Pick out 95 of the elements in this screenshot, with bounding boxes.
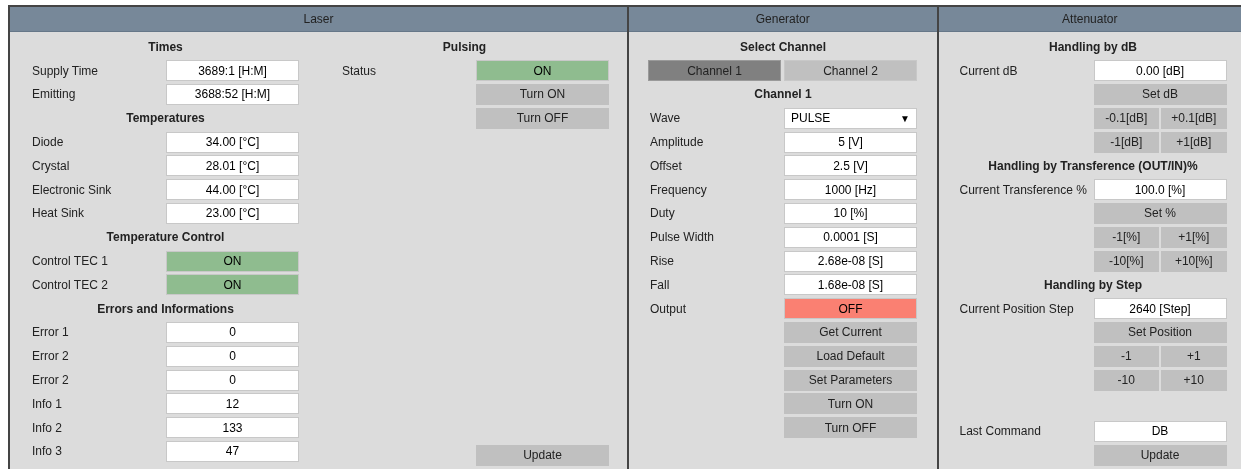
action-button[interactable]: +1[dB] xyxy=(1161,131,1227,153)
section-heading: Temperatures xyxy=(126,110,205,128)
status-indicator: OFF xyxy=(784,298,917,320)
field-label: Pulse Width xyxy=(650,229,716,247)
section-heading: Select Channel xyxy=(740,38,826,56)
action-button[interactable]: Set Position xyxy=(1093,321,1227,343)
value-field[interactable]: 2.68e-08 [S] xyxy=(784,250,917,272)
field-label: Frequency xyxy=(650,181,708,199)
field-label: Info 3 xyxy=(32,443,64,461)
channel-tab[interactable]: Channel 1 xyxy=(648,60,781,82)
section-heading: Channel 1 xyxy=(754,86,812,104)
value-field[interactable]: 10 [%] xyxy=(784,202,917,224)
value-field[interactable]: 0 xyxy=(166,369,299,391)
value-field[interactable]: 0.0001 [S] xyxy=(784,226,917,248)
section-heading: Pulsing xyxy=(442,38,487,56)
field-label: Info 2 xyxy=(32,419,64,437)
section-heading: Handling by Transference (OUT/IN)% xyxy=(988,157,1198,175)
value-field[interactable]: 34.00 [°C] xyxy=(166,131,299,153)
value-field[interactable]: 0.00 [dB] xyxy=(1093,60,1227,82)
field-label: Current Position Step xyxy=(959,300,1075,318)
action-button[interactable]: -10[%] xyxy=(1093,250,1159,272)
field-label: Last Command xyxy=(959,423,1042,441)
panel-header: Laser xyxy=(10,7,627,32)
wave-dropdown[interactable]: PULSE ▼ xyxy=(784,107,917,129)
action-button[interactable]: +1[%] xyxy=(1161,226,1227,248)
action-button[interactable]: -10 xyxy=(1093,369,1159,391)
value-field[interactable]: 12 xyxy=(166,393,299,415)
action-button[interactable]: +1 xyxy=(1161,345,1227,367)
value-field[interactable]: 44.00 [°C] xyxy=(166,179,299,201)
field-label: Info 1 xyxy=(32,395,64,413)
value-field[interactable]: 1000 [Hz] xyxy=(784,179,917,201)
field-label: Control TEC 1 xyxy=(32,253,109,271)
field-label: Heat Sink xyxy=(32,205,86,223)
action-button[interactable]: -1[dB] xyxy=(1093,131,1159,153)
section-heading: Handling by dB xyxy=(1049,38,1137,56)
value-field[interactable]: 133 xyxy=(166,417,299,439)
value-field[interactable]: 0 xyxy=(166,321,299,343)
action-button[interactable]: -1 xyxy=(1093,345,1159,367)
status-indicator: ON xyxy=(166,274,299,296)
value-field[interactable]: 100.0 [%] xyxy=(1093,179,1227,201)
value-field[interactable]: 3689:1 [H:M] xyxy=(166,60,299,82)
action-button[interactable]: -1[%] xyxy=(1093,226,1159,248)
value-field[interactable]: 0 xyxy=(166,345,299,367)
value-field[interactable]: 23.00 [°C] xyxy=(166,202,299,224)
value-field[interactable]: 1.68e-08 [S] xyxy=(784,274,917,296)
value-field[interactable]: DB xyxy=(1093,420,1227,442)
field-label: Amplitude xyxy=(650,134,705,152)
field-label: Crystal xyxy=(32,157,71,175)
action-button[interactable]: +10[%] xyxy=(1161,250,1227,272)
field-label: Rise xyxy=(650,253,675,271)
panel-header: Attenuator xyxy=(938,7,1241,32)
field-label: Fall xyxy=(650,276,671,294)
action-button[interactable]: Update xyxy=(1093,444,1227,466)
field-label: Electronic Sink xyxy=(32,181,113,199)
action-button[interactable]: Set Parameters xyxy=(784,369,917,391)
value-field[interactable]: 3688:52 [H:M] xyxy=(166,84,299,105)
action-button[interactable]: Turn OFF xyxy=(476,107,609,129)
field-label: Current dB xyxy=(959,62,1019,80)
action-button[interactable]: Get Current xyxy=(784,321,917,343)
action-button[interactable]: Set % xyxy=(1093,202,1227,224)
field-label: Error 1 xyxy=(32,324,70,342)
section-heading: Errors and Informations xyxy=(97,300,234,318)
field-label: Status xyxy=(342,62,378,80)
section-heading: Temperature Control xyxy=(106,229,225,247)
value-field[interactable]: 47 xyxy=(166,440,299,462)
field-label: Current Transference % xyxy=(959,181,1088,199)
field-label: Emitting xyxy=(32,86,77,104)
status-indicator: ON xyxy=(476,60,609,82)
action-button[interactable]: -0.1[dB] xyxy=(1093,107,1159,129)
action-button[interactable]: Load Default xyxy=(784,345,917,367)
value-field[interactable]: 28.01 [°C] xyxy=(166,155,299,177)
section-heading: Handling by Step xyxy=(1044,276,1142,294)
field-label: Diode xyxy=(32,134,65,152)
value-field[interactable]: 2640 [Step] xyxy=(1093,298,1227,320)
action-button[interactable]: Turn ON xyxy=(784,393,917,415)
channel-tab[interactable]: Channel 2 xyxy=(784,60,917,82)
section-heading: Times xyxy=(148,38,183,56)
panel-header: Generator xyxy=(629,7,937,32)
field-label: Error 2 xyxy=(32,372,70,390)
field-label: Output xyxy=(650,300,688,318)
field-label: Control TEC 2 xyxy=(32,276,109,294)
action-button[interactable]: Turn OFF xyxy=(784,417,917,439)
action-button[interactable]: +10 xyxy=(1161,369,1227,391)
action-button[interactable]: Turn ON xyxy=(476,84,609,105)
action-button[interactable]: +0.1[dB] xyxy=(1161,107,1227,129)
value-field[interactable]: 2.5 [V] xyxy=(784,155,917,177)
value-field[interactable]: 5 [V] xyxy=(784,131,917,153)
action-button[interactable]: Set dB xyxy=(1093,84,1227,105)
field-label: Error 2 xyxy=(32,348,70,366)
action-button[interactable]: Update xyxy=(476,444,609,466)
field-label: Offset xyxy=(650,157,683,175)
field-label: Duty xyxy=(650,205,676,223)
field-label: Wave xyxy=(650,110,682,128)
field-label: Supply Time xyxy=(32,62,100,80)
status-indicator: ON xyxy=(166,250,299,272)
